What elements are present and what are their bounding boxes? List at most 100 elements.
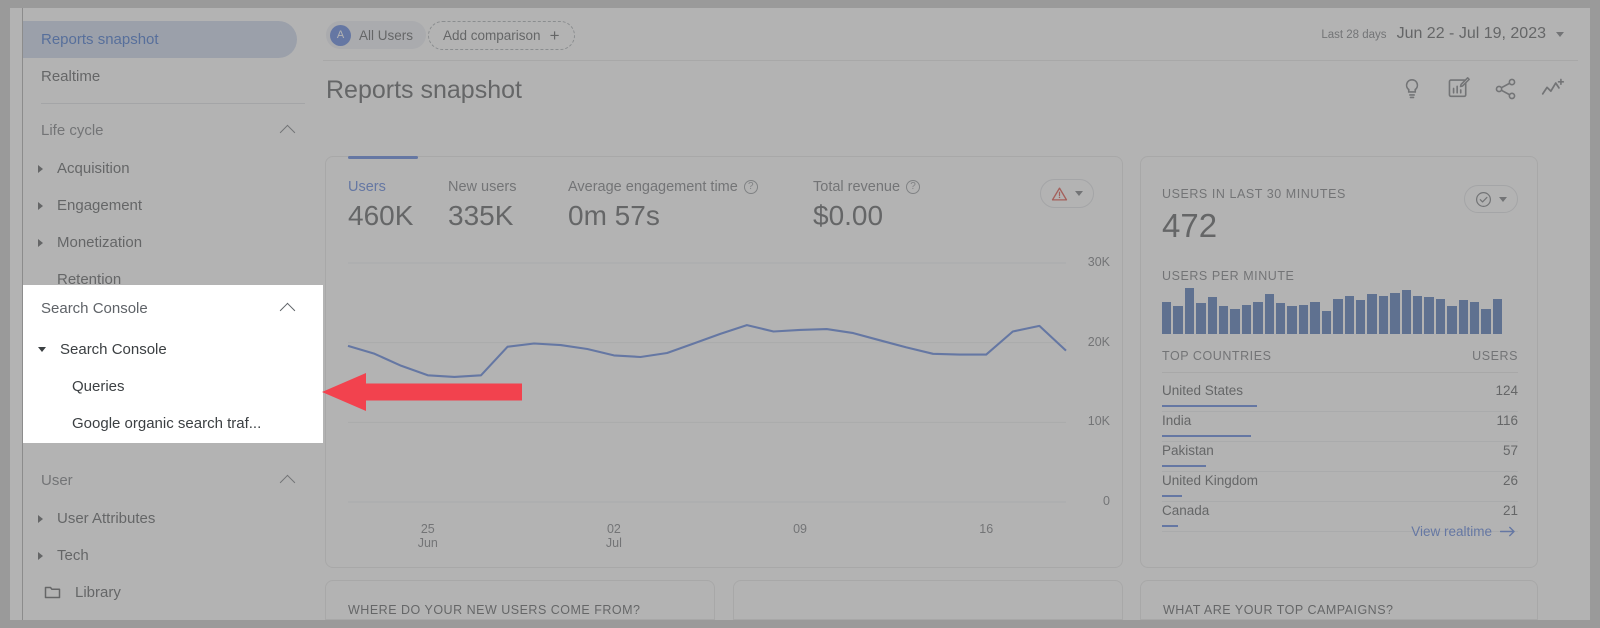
caret-right-icon <box>38 202 43 210</box>
callout-item-search-console[interactable]: Search Console <box>23 331 323 368</box>
users-per-minute-bar <box>1447 306 1456 334</box>
sidebar-divider <box>41 103 305 104</box>
chart-x-tick-label: 09 <box>780 522 820 536</box>
sidebar-item-label: Realtime <box>41 68 100 85</box>
metric-avg-engagement-time[interactable]: Average engagement time ? 0m 57s <box>568 179 813 232</box>
check-circle-icon <box>1475 191 1492 208</box>
users-per-minute-bar <box>1253 302 1262 334</box>
header-icon-group <box>1399 76 1566 102</box>
users-per-minute-bar <box>1162 302 1171 334</box>
add-comparison-button[interactable]: Add comparison + <box>428 21 575 50</box>
users-column-label: USERS <box>1472 349 1518 363</box>
users-last-30-min-caption: USERS IN LAST 30 MINUTES <box>1162 187 1346 201</box>
callout-item-google-organic-search-traffic[interactable]: Google organic search traf... <box>23 405 323 442</box>
top-countries-label: TOP COUNTRIES <box>1162 349 1271 363</box>
country-users-value: 116 <box>1496 413 1518 428</box>
bottom-card-top-campaigns[interactable]: WHAT ARE YOUR TOP CAMPAIGNS? <box>1140 580 1538 620</box>
chart-x-tick-label: 16 <box>966 522 1006 536</box>
sidebar-item-library[interactable]: Library <box>23 574 323 611</box>
country-usage-bar <box>1162 405 1257 408</box>
chart-y-tick-label: 0 <box>1103 494 1110 508</box>
trending-analytics-icon[interactable] <box>1540 76 1566 102</box>
metric-total-revenue[interactable]: Total revenue ? $0.00 <box>813 179 993 232</box>
search-console-callout: Search Console Search Console Queries Go… <box>23 285 323 443</box>
users-per-minute-bar <box>1230 309 1239 334</box>
edit-report-icon[interactable] <box>1446 76 1472 102</box>
users-per-minute-bar <box>1481 309 1490 334</box>
users-per-minute-bar <box>1402 290 1411 334</box>
bottom-card-new-users-source[interactable]: WHERE DO YOUR NEW USERS COME FROM? <box>325 580 715 620</box>
users-per-minute-bar <box>1493 299 1502 334</box>
top-bar: A All Users Add comparison + Last 28 day… <box>323 8 1578 61</box>
country-users-value: 26 <box>1503 473 1518 488</box>
metric-users[interactable]: Users 460K <box>348 179 448 232</box>
chart-y-tick-label: 10K <box>1088 414 1110 428</box>
data-warning-dropdown[interactable] <box>1040 179 1094 208</box>
top-countries-header: TOP COUNTRIES USERS <box>1162 349 1518 373</box>
users-per-minute-bar <box>1470 302 1479 334</box>
chart-y-tick-label: 20K <box>1088 335 1110 349</box>
users-overview-card: Users 460K New users 335K Average engage… <box>325 156 1123 568</box>
chevron-down-icon <box>1499 197 1507 202</box>
sidebar-item-engagement[interactable]: Engagement <box>23 187 323 224</box>
users-per-minute-caption: USERS PER MINUTE <box>1162 269 1294 283</box>
sidebar-item-tech[interactable]: Tech <box>23 537 323 574</box>
users-per-minute-bar <box>1413 296 1422 334</box>
bottom-card-spacer-left <box>733 580 1123 620</box>
country-usage-bar <box>1162 465 1206 468</box>
insights-lightbulb-icon[interactable] <box>1399 76 1425 102</box>
users-per-minute-bar <box>1322 311 1331 334</box>
sidebar-item-acquisition[interactable]: Acquisition <box>23 150 323 187</box>
country-name: United States <box>1162 383 1243 398</box>
country-usage-bar <box>1162 495 1182 498</box>
metric-new-users[interactable]: New users 335K <box>448 179 568 232</box>
metric-value: 335K <box>448 200 568 232</box>
view-realtime-link[interactable]: View realtime <box>1411 524 1516 539</box>
caret-right-icon <box>38 239 43 247</box>
metric-label: Users <box>348 179 386 195</box>
sidebar-item-reports-snapshot[interactable]: Reports snapshot <box>23 21 297 58</box>
metric-label: Total revenue <box>813 179 900 195</box>
users-per-minute-bar <box>1367 294 1376 334</box>
table-row[interactable]: India116 <box>1162 412 1518 442</box>
country-name: Pakistan <box>1162 443 1214 458</box>
table-row[interactable]: United Kingdom26 <box>1162 472 1518 502</box>
warning-triangle-icon <box>1051 186 1068 202</box>
sidebar-item-label: Acquisition <box>57 160 130 177</box>
date-range-selector[interactable]: Last 28 days Jun 22 - Jul 19, 2023 <box>1321 25 1564 43</box>
users-per-minute-bar <box>1173 306 1182 334</box>
metric-label: Average engagement time <box>568 179 738 195</box>
table-row[interactable]: United States124 <box>1162 382 1518 412</box>
share-icon[interactable] <box>1493 76 1519 102</box>
sidebar-item-realtime[interactable]: Realtime <box>23 58 323 95</box>
realtime-status-dropdown[interactable] <box>1464 185 1518 213</box>
callout-item-label: Search Console <box>60 341 167 358</box>
callout-group-search-console[interactable]: Search Console <box>23 285 323 331</box>
table-row[interactable]: Pakistan57 <box>1162 442 1518 472</box>
callout-item-queries[interactable]: Queries <box>23 368 323 405</box>
sidebar-group-user[interactable]: User <box>23 460 323 500</box>
annotation-arrow-left-icon <box>322 372 522 412</box>
callout-item-label: Google organic search traf... <box>72 415 261 432</box>
sidebar-group-label: User <box>41 472 73 489</box>
users-per-minute-bar <box>1390 293 1399 334</box>
page-title: Reports snapshot <box>326 76 522 105</box>
plus-icon: + <box>550 27 560 44</box>
country-usage-bar <box>1162 435 1251 438</box>
sidebar-group-life-cycle[interactable]: Life cycle <box>23 110 323 150</box>
help-icon[interactable]: ? <box>906 180 920 194</box>
sidebar-item-monetization[interactable]: Monetization <box>23 224 323 261</box>
sidebar-item-label: Reports snapshot <box>41 31 159 48</box>
users-per-minute-bars <box>1162 286 1502 334</box>
users-per-minute-bar <box>1379 296 1388 334</box>
sidebar-item-label: Engagement <box>57 197 142 214</box>
country-usage-bar <box>1162 525 1178 528</box>
users-per-minute-bar <box>1219 306 1228 334</box>
help-icon[interactable]: ? <box>744 180 758 194</box>
sidebar-item-user-attributes[interactable]: User Attributes <box>23 500 323 537</box>
users-line-chart[interactable]: 30K20K10K0 25Jun02Jul0916 <box>326 257 1124 567</box>
caret-right-icon <box>38 515 43 523</box>
arrow-right-icon <box>1500 526 1516 537</box>
metric-value: $0.00 <box>813 200 993 232</box>
all-users-chip[interactable]: A All Users <box>326 21 426 49</box>
